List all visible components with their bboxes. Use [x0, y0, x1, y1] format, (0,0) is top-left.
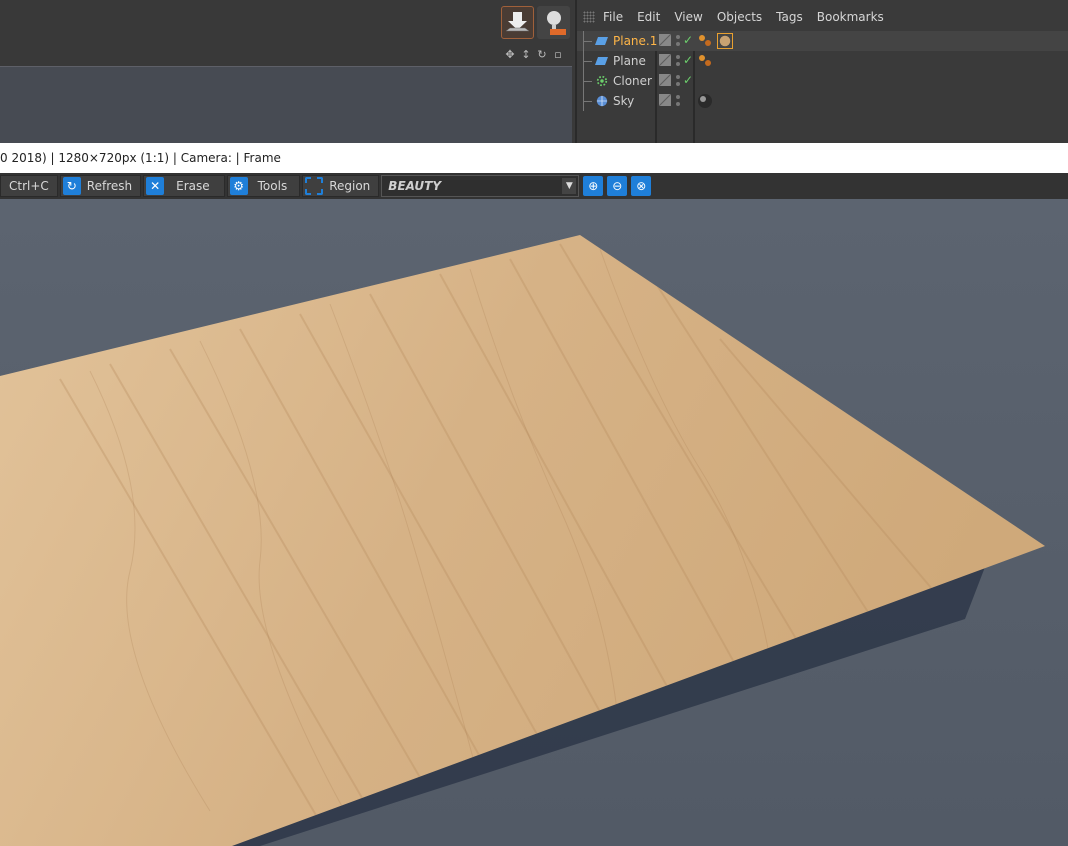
render-toolbar: Ctrl+C ↻ Refresh ✕ Erase ⚙ Tools Region … — [0, 173, 1068, 199]
region-button-label: Region — [329, 179, 371, 193]
zoom-out-icon[interactable]: ⊖ — [607, 176, 628, 196]
menu-file[interactable]: File — [603, 10, 623, 24]
plane-icon — [595, 57, 608, 65]
copy-button-label: Ctrl+C — [9, 179, 49, 193]
vertical-move-icon[interactable]: ↕ — [520, 49, 532, 61]
object-list: Plane.1 ✓ Plane ✓ Cloner ✓ Sky — [577, 31, 1068, 111]
light-probe-icon — [547, 11, 566, 35]
sky-icon — [596, 95, 608, 107]
object-row-cloner[interactable]: Cloner ✓ — [577, 71, 1068, 91]
zoom-in-icon[interactable]: ⊕ — [583, 176, 604, 196]
material-tag-icon[interactable] — [697, 33, 713, 49]
enabled-check-icon[interactable]: ✓ — [683, 53, 693, 67]
menu-bookmarks[interactable]: Bookmarks — [817, 10, 884, 24]
menu-tags[interactable]: Tags — [776, 10, 803, 24]
visibility-dots-icon[interactable] — [675, 93, 681, 109]
object-manager-menu: File Edit View Objects Tags Bookmarks — [577, 0, 1068, 34]
render-layer-select[interactable]: BEAUTY ▼ — [381, 175, 580, 197]
gear-icon: ⚙ — [229, 177, 248, 195]
render-status-bar: 0 2018) | 1280×720px (1:1) | Camera: | F… — [0, 143, 1068, 173]
zoom-fit-icon[interactable]: ⊗ — [631, 176, 652, 196]
object-name[interactable]: Sky — [613, 94, 634, 108]
grip-icon[interactable] — [583, 11, 595, 23]
object-row-plane[interactable]: Plane ✓ — [577, 51, 1068, 71]
copy-button[interactable]: Ctrl+C — [0, 175, 58, 197]
rotate-icon[interactable]: ↻ — [536, 49, 548, 61]
tools-button-label: Tools — [257, 179, 288, 193]
erase-button-label: Erase — [176, 179, 210, 193]
rendered-image — [0, 235, 1045, 846]
enabled-check-icon[interactable]: ✓ — [683, 73, 693, 87]
object-row-sky[interactable]: Sky — [577, 91, 1068, 111]
maximize-icon[interactable]: ▫ — [552, 49, 564, 61]
render-app: ✥ ↕ ↻ ▫ File Edit View Objects Tags Book… — [0, 0, 1068, 846]
refresh-button[interactable]: ↻ Refresh — [59, 175, 142, 197]
viewport-nav: ✥ ↕ ↻ ▫ — [504, 47, 572, 63]
tree-line — [583, 31, 593, 51]
render-mode-button[interactable] — [501, 6, 534, 39]
refresh-button-label: Refresh — [86, 179, 133, 193]
tree-line — [583, 51, 593, 71]
menu-view[interactable]: View — [674, 10, 702, 24]
menu-edit[interactable]: Edit — [637, 10, 660, 24]
wood-material-tag-icon[interactable] — [717, 33, 733, 49]
scene-mode-button[interactable] — [537, 6, 570, 39]
layer-visibility-icon[interactable] — [659, 74, 671, 86]
move-icon[interactable]: ✥ — [504, 49, 516, 61]
tree-line — [583, 91, 593, 111]
tree-line — [583, 71, 593, 91]
mode-toolbar — [0, 0, 574, 44]
viewport-panel[interactable] — [0, 66, 572, 143]
material-tag-icon[interactable] — [697, 53, 713, 69]
render-layer-value: BEAUTY — [388, 179, 442, 193]
object-name[interactable]: Plane.1 — [613, 34, 657, 48]
object-name[interactable]: Plane — [613, 54, 646, 68]
region-button[interactable]: Region — [302, 175, 380, 197]
region-select-icon — [305, 177, 324, 195]
layer-visibility-icon[interactable] — [659, 94, 671, 106]
sky-material-tag-icon[interactable] — [697, 93, 713, 109]
enabled-check-icon[interactable]: ✓ — [683, 33, 693, 47]
plane-icon — [595, 37, 608, 45]
refresh-icon: ↻ — [62, 177, 81, 195]
layer-visibility-icon[interactable] — [659, 34, 671, 46]
chevron-down-icon[interactable]: ▼ — [562, 178, 577, 194]
visibility-dots-icon[interactable] — [675, 53, 681, 69]
tools-button[interactable]: ⚙ Tools — [226, 175, 301, 197]
download-arrow-icon — [505, 12, 530, 32]
layer-visibility-icon[interactable] — [659, 54, 671, 66]
object-manager: File Edit View Objects Tags Bookmarks Pl… — [575, 0, 1068, 143]
viewport-area: ✥ ↕ ↻ ▫ — [0, 0, 574, 143]
cloner-icon — [596, 75, 608, 87]
menu-objects[interactable]: Objects — [717, 10, 762, 24]
object-row-plane-1[interactable]: Plane.1 ✓ — [577, 31, 1068, 51]
erase-icon: ✕ — [146, 177, 165, 195]
render-status-text: 0 2018) | 1280×720px (1:1) | Camera: | F… — [0, 151, 281, 165]
visibility-dots-icon[interactable] — [675, 73, 681, 89]
visibility-dots-icon[interactable] — [675, 33, 681, 49]
render-canvas[interactable] — [0, 199, 1068, 846]
erase-button[interactable]: ✕ Erase — [143, 175, 225, 197]
object-name[interactable]: Cloner — [613, 74, 652, 88]
